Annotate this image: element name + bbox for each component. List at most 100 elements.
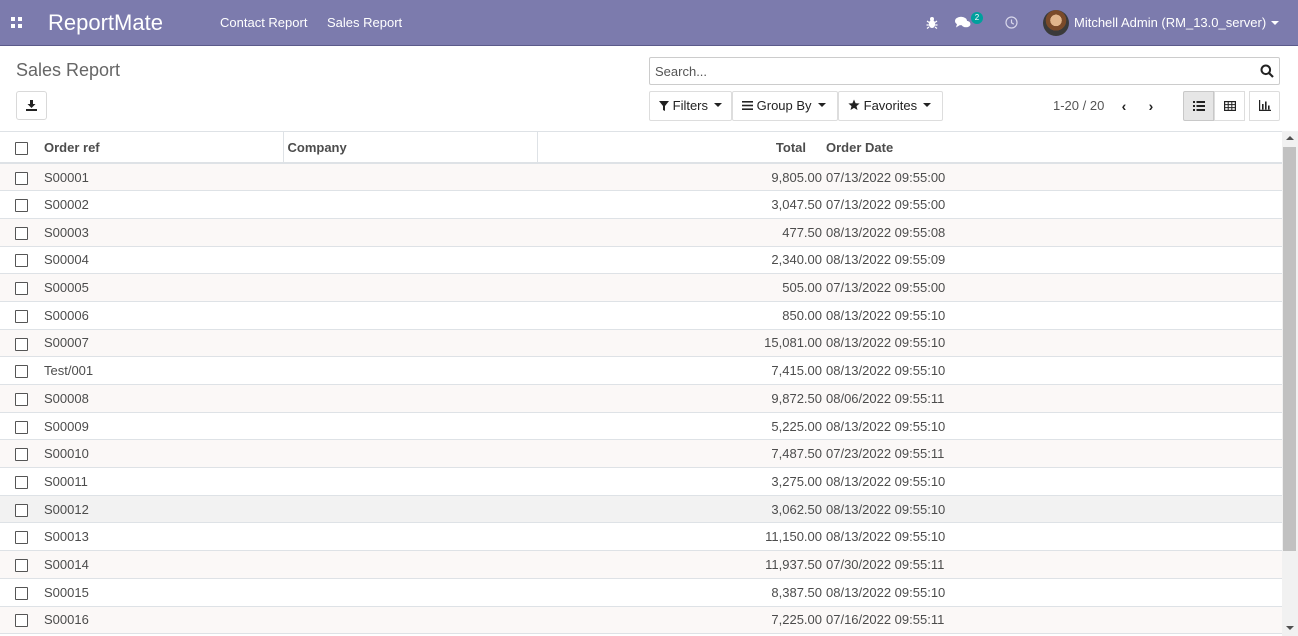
cell-total[interactable]: 3,047.50: [537, 190, 822, 219]
cell-total[interactable]: 8,387.50: [537, 578, 822, 607]
cell-order-date[interactable]: 08/13/2022 09:55:09: [822, 246, 1282, 275]
cell-order-date[interactable]: 08/13/2022 09:55:08: [822, 218, 1282, 247]
table-row[interactable]: S00008 9,872.50 08/06/2022 09:55:11: [0, 384, 1282, 413]
row-checkbox[interactable]: [15, 475, 28, 489]
table-row[interactable]: S00014 11,937.50 07/30/2022 09:55:11: [0, 550, 1282, 579]
menu-sales-report[interactable]: Sales Report: [327, 15, 402, 31]
cell-order-ref[interactable]: S00009: [40, 412, 283, 441]
column-header-total[interactable]: Total: [536, 132, 822, 164]
table-row[interactable]: S00003 477.50 08/13/2022 09:55:08: [0, 218, 1282, 247]
row-checkbox[interactable]: [15, 199, 28, 213]
table-row[interactable]: S00012 3,062.50 08/13/2022 09:55:10: [0, 495, 1282, 524]
pivot-view-button[interactable]: [1214, 91, 1245, 121]
row-checkbox[interactable]: [15, 392, 28, 406]
row-checkbox[interactable]: [15, 337, 28, 351]
cell-company[interactable]: [283, 384, 537, 413]
cell-total[interactable]: 2,340.00: [537, 246, 822, 275]
cell-order-date[interactable]: 07/13/2022 09:55:00: [822, 273, 1282, 302]
pager-value[interactable]: 1-20 / 20: [1053, 98, 1104, 114]
cell-total[interactable]: 850.00: [537, 301, 822, 330]
pager-previous-icon[interactable]: ‹: [1116, 96, 1132, 116]
cell-order-ref[interactable]: S00010: [40, 439, 283, 469]
row-checkbox[interactable]: [15, 171, 28, 185]
row-checkbox[interactable]: [15, 282, 28, 296]
row-checkbox[interactable]: [15, 586, 28, 600]
cell-order-date[interactable]: 08/13/2022 09:55:10: [822, 522, 1282, 552]
cell-total[interactable]: 7,415.00: [537, 356, 822, 385]
chat-bubbles-icon[interactable]: [954, 12, 972, 35]
cell-total[interactable]: 3,062.50: [537, 495, 822, 524]
cell-company[interactable]: [283, 301, 537, 330]
cell-order-ref[interactable]: S00007: [40, 329, 283, 358]
row-checkbox[interactable]: [15, 531, 28, 545]
cell-order-ref[interactable]: S00014: [40, 550, 283, 579]
cell-order-date[interactable]: 08/13/2022 09:55:10: [822, 412, 1282, 441]
cell-order-date[interactable]: 07/16/2022 09:55:11: [822, 606, 1282, 635]
table-row[interactable]: S00005 505.00 07/13/2022 09:55:00: [0, 273, 1282, 302]
user-menu-name[interactable]: Mitchell Admin (RM_13.0_server): [1074, 15, 1266, 31]
table-row[interactable]: S00002 3,047.50 07/13/2022 09:55:00: [0, 190, 1282, 219]
column-header-order-date[interactable]: Order Date: [822, 132, 1282, 164]
cell-company[interactable]: [283, 439, 537, 469]
table-row[interactable]: S00010 7,487.50 07/23/2022 09:55:11: [0, 439, 1282, 469]
table-row[interactable]: S00009 5,225.00 08/13/2022 09:55:10: [0, 412, 1282, 441]
cell-total[interactable]: 11,150.00: [537, 522, 822, 552]
cell-company[interactable]: [283, 467, 537, 496]
cell-total[interactable]: 7,225.00: [537, 606, 822, 635]
row-checkbox[interactable]: [15, 559, 28, 572]
cell-total[interactable]: 5,225.00: [537, 412, 822, 441]
user-avatar[interactable]: [1043, 10, 1069, 36]
row-checkbox[interactable]: [15, 503, 28, 517]
cell-order-date[interactable]: 07/13/2022 09:55:00: [822, 163, 1282, 192]
menu-contact-report[interactable]: Contact Report: [220, 15, 307, 31]
filters-button[interactable]: Filters: [649, 91, 732, 121]
cell-company[interactable]: [283, 218, 537, 247]
cell-order-date[interactable]: 07/23/2022 09:55:11: [822, 439, 1282, 469]
cell-company[interactable]: [283, 163, 537, 192]
row-checkbox[interactable]: [15, 448, 28, 462]
table-row[interactable]: S00001 9,805.00 07/13/2022 09:55:00: [0, 163, 1282, 192]
graph-view-button[interactable]: [1249, 91, 1280, 121]
cell-company[interactable]: [283, 246, 537, 275]
cell-company[interactable]: [283, 412, 537, 441]
cell-order-ref[interactable]: S00013: [40, 522, 283, 552]
app-brand[interactable]: ReportMate: [48, 9, 163, 37]
row-checkbox[interactable]: [15, 254, 28, 268]
cell-total[interactable]: 9,805.00: [537, 163, 822, 192]
cell-total[interactable]: 7,487.50: [537, 439, 822, 469]
cell-company[interactable]: [283, 522, 537, 552]
cell-order-date[interactable]: 07/13/2022 09:55:00: [822, 190, 1282, 219]
cell-order-ref[interactable]: Test/001: [40, 356, 283, 385]
scroll-down-arrow-icon[interactable]: [1286, 626, 1294, 630]
cell-order-date[interactable]: 07/30/2022 09:55:11: [822, 550, 1282, 579]
scroll-thumb[interactable]: [1283, 147, 1296, 551]
table-row[interactable]: S00013 11,150.00 08/13/2022 09:55:10: [0, 522, 1282, 552]
cell-order-ref[interactable]: S00001: [40, 163, 283, 192]
search-input[interactable]: [650, 58, 1250, 84]
row-checkbox[interactable]: [15, 309, 28, 323]
list-view-button[interactable]: [1183, 91, 1214, 121]
search-icon[interactable]: [1260, 64, 1274, 78]
cell-order-ref[interactable]: S00005: [40, 273, 283, 302]
column-header-order-ref[interactable]: Order ref: [40, 132, 283, 164]
list-scrollbar[interactable]: [1282, 131, 1298, 636]
cell-order-date[interactable]: 08/13/2022 09:55:10: [822, 578, 1282, 607]
table-row[interactable]: S00006 850.00 08/13/2022 09:55:10: [0, 301, 1282, 330]
cell-order-ref[interactable]: S00004: [40, 246, 283, 275]
cell-company[interactable]: [283, 190, 537, 219]
row-checkbox[interactable]: [15, 365, 28, 379]
group-by-button[interactable]: Group By: [732, 91, 838, 121]
table-row[interactable]: S00015 8,387.50 08/13/2022 09:55:10: [0, 578, 1282, 607]
cell-order-ref[interactable]: S00008: [40, 384, 283, 413]
cell-order-date[interactable]: 08/13/2022 09:55:10: [822, 356, 1282, 385]
row-checkbox[interactable]: [15, 226, 28, 240]
pager-next-icon[interactable]: ›: [1143, 96, 1159, 116]
cell-order-ref[interactable]: S00015: [40, 578, 283, 607]
scroll-up-arrow-icon[interactable]: [1286, 136, 1294, 140]
table-row[interactable]: S00011 3,275.00 08/13/2022 09:55:10: [0, 467, 1282, 496]
table-row[interactable]: S00004 2,340.00 08/13/2022 09:55:09: [0, 246, 1282, 275]
apps-grid-icon[interactable]: [11, 17, 22, 28]
cell-total[interactable]: 505.00: [537, 273, 822, 302]
cell-total[interactable]: 11,937.50: [537, 550, 822, 579]
cell-company[interactable]: [283, 606, 537, 635]
